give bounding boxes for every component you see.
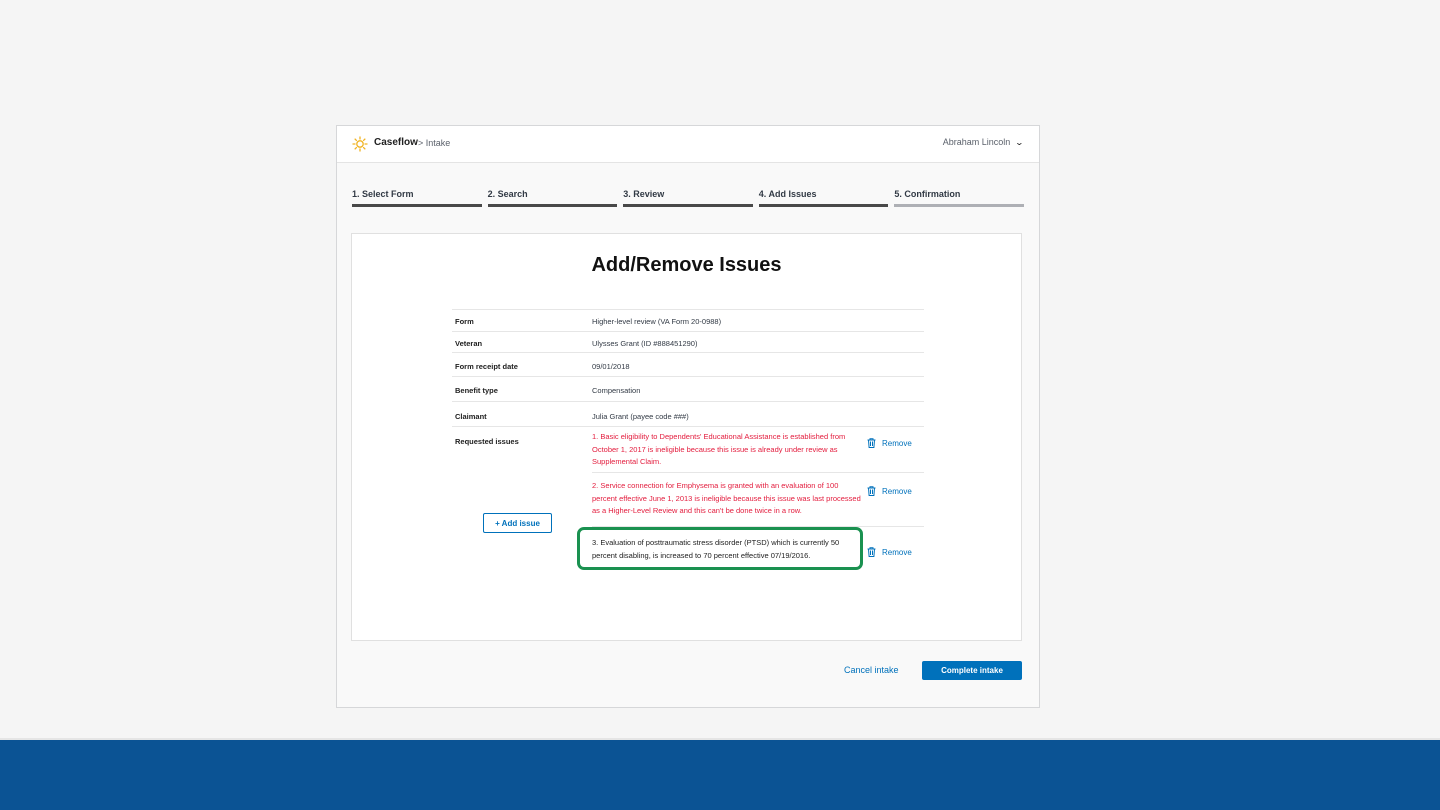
table-row-veteran: Veteran Ulysses Grant (ID #888451290) (452, 332, 924, 353)
chevron-down-icon: ⌄ (1014, 137, 1025, 147)
step-label: 2. Search (487, 189, 528, 199)
row-label: Claimant (455, 412, 487, 421)
table-row-form: Form Higher-level review (VA Form 20-098… (452, 310, 924, 332)
trash-icon (867, 438, 876, 448)
remove-label: Remove (882, 486, 912, 496)
caseflow-app-window: Caseflow > Intake Abraham Lincoln ⌄ 1. S… (336, 125, 1040, 708)
step-bar (623, 204, 753, 207)
remove-issue-button[interactable]: Remove (867, 486, 912, 496)
complete-intake-button[interactable]: Complete intake (922, 661, 1022, 680)
step-label: 3. Review (623, 189, 665, 199)
row-value: 09/01/2018 (592, 362, 630, 371)
row-value: Higher-level review (VA Form 20-0988) (592, 317, 722, 326)
step-select-form: 1. Select Form (352, 189, 482, 207)
remove-issue-button[interactable]: Remove (867, 438, 912, 448)
issue-text: 3. Evaluation of posttraumatic stress di… (592, 538, 840, 560)
remove-label: Remove (882, 547, 912, 557)
step-label: 4. Add Issues (758, 189, 817, 199)
step-bar (352, 204, 482, 207)
row-label: Benefit type (455, 386, 498, 395)
trash-icon (867, 547, 876, 557)
remove-label: Remove (882, 438, 912, 448)
step-review: 3. Review (623, 189, 753, 207)
trash-icon (867, 486, 876, 496)
page-title: Add/Remove Issues (591, 254, 782, 276)
step-add-issues: 4. Add Issues (758, 189, 889, 207)
row-label: Form receipt date (455, 362, 518, 371)
step-label: 5. Confirmation (894, 189, 961, 199)
step-confirmation: 5. Confirmation (894, 189, 1024, 207)
row-label: Form (455, 317, 474, 326)
row-value: Ulysses Grant (ID #888451290) (592, 339, 698, 348)
issue-text: 2. Service connection for Emphysema is g… (592, 481, 861, 515)
step-search: 2. Search (487, 189, 618, 207)
row-value: Compensation (592, 386, 641, 395)
table-row-receipt-date: Form receipt date 09/01/2018 (452, 353, 924, 377)
breadcrumb[interactable]: > Intake (418, 138, 450, 148)
table-row-claimant: Claimant Julia Grant (payee code ###) (452, 402, 924, 427)
issue-item-ineligible: 2. Service connection for Emphysema is g… (592, 473, 924, 527)
table-row-benefit-type: Benefit type Compensation (452, 377, 924, 402)
step-bar (894, 204, 1024, 207)
progress-steps: 1. Select Form 2. Search 3. Review 4. Ad… (352, 189, 1024, 207)
remove-issue-button[interactable]: Remove (867, 547, 912, 557)
brand-name[interactable]: Caseflow (374, 137, 418, 148)
user-menu[interactable]: Abraham Lincoln ⌄ (942, 137, 1025, 147)
add-issue-button[interactable]: + Add issue (483, 513, 552, 533)
step-bar (758, 204, 889, 207)
cancel-intake-link[interactable]: Cancel intake (844, 665, 899, 675)
step-bar (487, 204, 618, 207)
top-nav-bar: Caseflow > Intake Abraham Lincoln ⌄ (337, 126, 1039, 163)
issue-text: 1. Basic eligibility to Dependents' Educ… (592, 432, 846, 466)
issue-item-ineligible: 1. Basic eligibility to Dependents' Educ… (592, 427, 924, 473)
caseflow-logo-icon (352, 136, 368, 152)
issue-item-eligible: 3. Evaluation of posttraumatic stress di… (577, 527, 924, 577)
user-name: Abraham Lincoln (942, 137, 1011, 147)
add-remove-issues-card: Add/Remove Issues Form Higher-level revi… (351, 233, 1022, 641)
row-label: Veteran (455, 339, 483, 348)
intake-details-table: Form Higher-level review (VA Form 20-098… (452, 309, 924, 627)
footer-band (0, 738, 1440, 810)
step-label: 1. Select Form (352, 189, 414, 199)
row-value: Julia Grant (payee code ###) (592, 412, 689, 421)
